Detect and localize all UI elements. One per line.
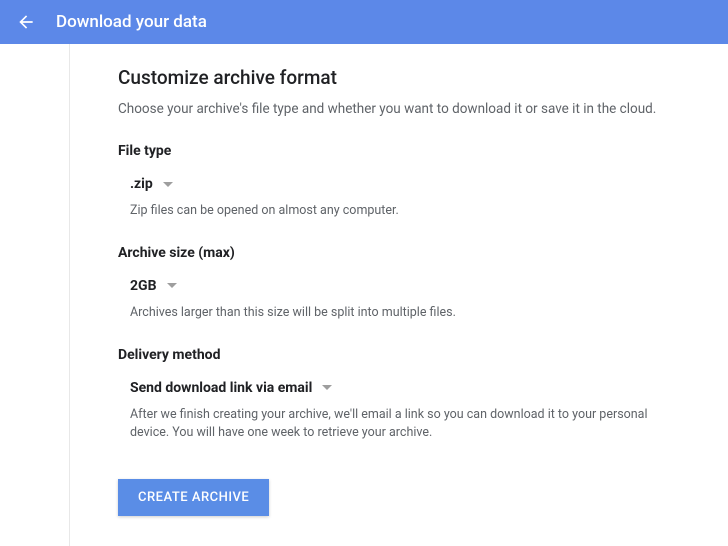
archive-size-dropdown[interactable]: 2GB [130,278,177,294]
create-archive-button[interactable]: CREATE ARCHIVE [118,479,269,516]
page-title: Customize archive format [118,66,680,89]
delivery-method-section: Delivery method Send download link via e… [118,347,680,444]
page-subtitle: Choose your archive's file type and whet… [118,101,680,117]
header-title: Download your data [56,12,207,32]
file-type-label: File type [118,143,680,159]
file-type-section: File type .zip Zip files can be opened o… [118,143,680,221]
delivery-method-value: Send download link via email [130,380,312,396]
left-sidebar [0,44,70,546]
chevron-down-icon [167,283,177,288]
file-type-help: Zip files can be opened on almost any co… [130,202,680,221]
delivery-method-label: Delivery method [118,347,680,363]
main-content: Customize archive format Choose your arc… [70,44,728,546]
file-type-value: .zip [130,176,153,192]
app-header: Download your data [0,0,728,44]
chevron-down-icon [163,182,173,187]
archive-size-value: 2GB [130,278,157,294]
archive-size-label: Archive size (max) [118,245,680,261]
archive-size-help: Archives larger than this size will be s… [130,304,680,323]
content-wrapper: Customize archive format Choose your arc… [0,44,728,546]
chevron-down-icon [322,385,332,390]
back-arrow-icon[interactable] [16,12,36,32]
delivery-method-help: After we finish creating your archive, w… [130,406,680,444]
delivery-method-dropdown[interactable]: Send download link via email [130,380,332,396]
file-type-dropdown[interactable]: .zip [130,176,173,192]
archive-size-section: Archive size (max) 2GB Archives larger t… [118,245,680,323]
